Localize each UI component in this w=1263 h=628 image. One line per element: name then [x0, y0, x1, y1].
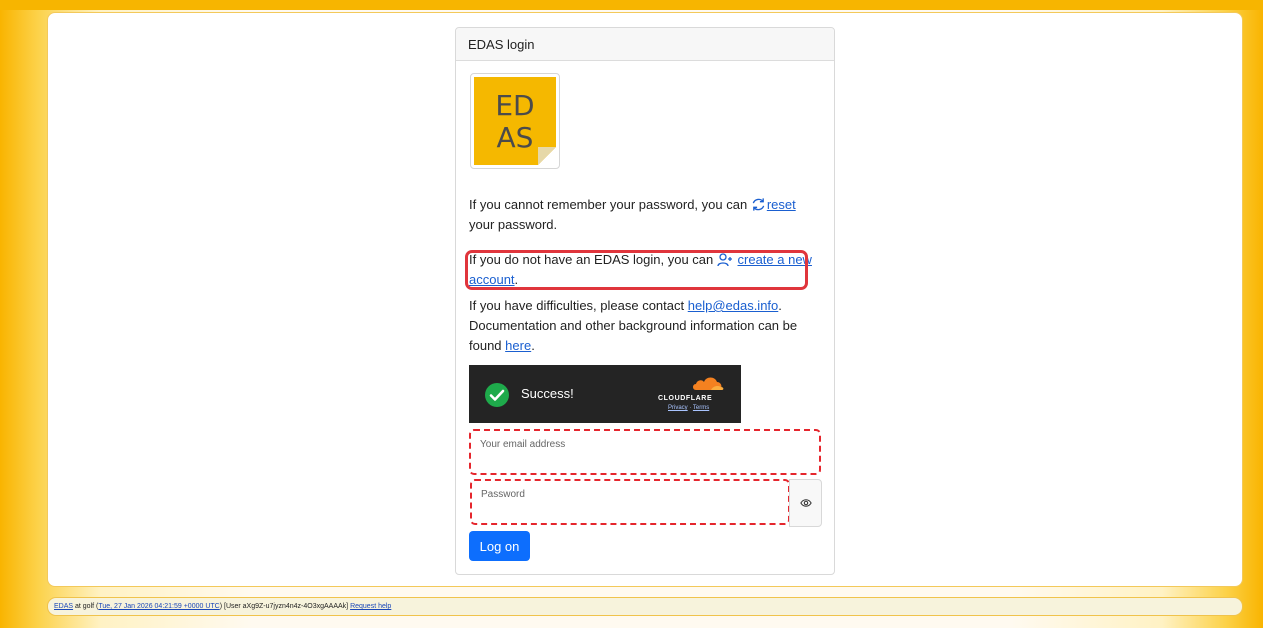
log-on-button[interactable]: Log on [469, 531, 530, 561]
top-strip [0, 0, 1263, 10]
reset-text-after: your password. [469, 217, 558, 232]
cloudflare-wordmark: CLOUDFLARE [658, 395, 713, 402]
password-field-container: Password [470, 479, 790, 525]
show-password-button[interactable] [789, 479, 822, 527]
card-title: EDAS login [456, 28, 834, 61]
logo-text-as: AS [497, 121, 534, 154]
create-account-highlight [465, 250, 808, 290]
email-field-container: Your email address [469, 429, 821, 475]
contact-text: If you have difficulties, please contact [469, 298, 688, 313]
captcha-status: Success! [521, 386, 574, 401]
contact-text-3: . [531, 338, 535, 353]
reset-paragraph: If you cannot remember your password, yo… [469, 195, 819, 235]
cloudflare-captcha[interactable]: Success! CLOUDFLARE Privacy · Terms [469, 365, 741, 423]
footer-host: at golf ( [73, 603, 99, 610]
help-email-link[interactable]: help@edas.info [688, 298, 779, 313]
password-input[interactable] [480, 503, 780, 521]
refresh-icon [752, 198, 765, 211]
eye-icon [800, 499, 812, 507]
password-label: Password [481, 489, 525, 500]
documentation-link[interactable]: here [505, 338, 531, 353]
footer-user: ) [User aXg9Z-u7jyzn4n4z-4O3xgAAAAk] [219, 603, 351, 610]
reset-text: If you cannot remember your password, yo… [469, 197, 751, 212]
email-input[interactable] [479, 453, 811, 471]
check-circle-icon [485, 383, 509, 407]
edas-logo: ED AS [470, 73, 560, 169]
login-card: EDAS login ED AS If you cannot remember … [455, 27, 835, 575]
cloudflare-logo-icon [693, 377, 724, 390]
footer-time-link[interactable]: Tue, 27 Jan 2026 04:21:59 +0000 UTC [98, 603, 219, 610]
captcha-links: Privacy · Terms [668, 405, 709, 411]
logo-text-ed: ED [495, 89, 534, 122]
contact-paragraph: If you have difficulties, please contact… [469, 296, 819, 356]
footer-bar: EDAS at golf (Tue, 27 Jan 2026 04:21:59 … [47, 597, 1243, 616]
request-help-link[interactable]: Request help [350, 603, 391, 610]
reset-link[interactable]: reset [767, 197, 796, 212]
email-label: Your email address [480, 439, 566, 450]
privacy-link[interactable]: Privacy [668, 405, 688, 411]
footer-edas-link[interactable]: EDAS [54, 603, 73, 610]
terms-link[interactable]: Terms [693, 405, 709, 411]
